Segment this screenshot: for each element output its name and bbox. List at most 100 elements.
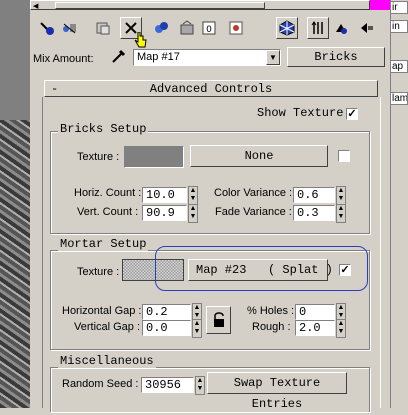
show-texture-label: Show Texture [257,106,344,120]
spinner-up-icon[interactable]: ▲ [337,205,345,213]
spinner-up-icon[interactable]: ▲ [189,205,197,213]
put-to-library-icon [180,20,194,35]
spinner-down-icon[interactable]: ▼ [189,213,197,221]
go-to-parent-icon [311,21,323,34]
random-seed-label: Random Seed : [62,378,139,390]
fade-variance-spinner[interactable]: ▲ ▼ [336,204,346,223]
svg-text:0: 0 [206,25,212,35]
horiz-count-label: Horiz. Count : [74,187,142,199]
bricks-setup-title: Bricks Setup [58,122,149,136]
vert-count-field[interactable]: 90.9 [142,205,187,221]
lock-icon [213,312,224,327]
spinner-down-icon[interactable]: ▼ [337,213,345,221]
vertical-gap-spinner[interactable]: ▲ ▼ [192,319,202,338]
spinner-up-icon[interactable]: ▲ [193,304,201,312]
spinner-up-icon[interactable]: ▲ [189,187,197,195]
vertical-gap-field[interactable]: 0.0 [142,320,191,336]
vert-count-spinner[interactable]: ▲ ▼ [188,204,198,223]
show-map-button[interactable] [225,17,247,39]
top-scrollbar[interactable]: ◀ [30,0,370,10]
horiz-count-field[interactable]: 10.0 [142,187,187,203]
map-name-text: Map #17 [137,51,180,63]
lock-gap-button[interactable] [206,306,231,334]
pick-material-button[interactable] [36,17,58,39]
bricks-texture-checkbox[interactable] [338,150,350,162]
adjacent-tab-1[interactable]: ir [390,1,408,14]
vert-count-label: Vert. Count : [77,206,139,218]
bricks-texture-label: Texture : [77,151,120,163]
spinner-up-icon[interactable]: ▲ [337,187,345,195]
make-unique-button[interactable] [150,17,172,39]
viewport-strip [0,0,30,408]
color-variance-label: Color Variance : [214,187,293,199]
put-to-library-button[interactable] [176,17,198,39]
eyedropper-icon[interactable] [110,47,128,68]
adjacent-tab-3[interactable]: ap [390,60,408,73]
spinner-up-icon[interactable]: ▲ [337,320,345,328]
put-material-icon [63,23,76,34]
vert-count-value: 90.9 [146,206,175,220]
go-to-parent-button[interactable] [307,17,329,39]
go-sibling-icon [361,23,373,33]
random-seed-field[interactable]: 30956 [141,377,194,393]
material-id-button[interactable]: 0 [198,17,220,39]
pick-material-icon [40,22,54,35]
show-end-result-button[interactable] [276,17,298,39]
assign-material-icon [96,22,110,35]
map-name-dropdown-arrow-icon[interactable]: ▼ [266,50,280,65]
spinner-down-icon[interactable]: ▼ [337,328,345,336]
mix-amount-label: Mix Amount: [33,53,94,65]
holes-value: 0 [299,305,307,319]
map-type-button[interactable]: Bricks [287,47,385,67]
mortar-setup-title: Mortar Setup [58,237,149,251]
holes-label: % Holes : [247,305,295,317]
spinner-down-icon[interactable]: ▼ [337,195,345,203]
show-texture-checkbox[interactable]: ✓ [346,108,358,120]
rough-value: 2.0 [299,321,321,335]
adjacent-tab-4[interactable]: lam [390,92,408,105]
bricks-texture-swatch[interactable] [124,146,184,168]
show-map-icon [229,21,243,35]
viewport-background [0,0,30,120]
horiz-count-value: 10.0 [146,188,175,202]
color-variance-spinner[interactable]: ▲ ▼ [336,186,346,205]
swap-texture-entries-button[interactable]: Swap Texture Entries [207,372,347,411]
spinner-up-icon[interactable]: ▲ [337,304,345,312]
rough-spinner[interactable]: ▲ ▼ [336,319,346,338]
holes-field[interactable]: 0 [295,304,335,320]
adjacent-tab-2[interactable]: in [390,20,408,33]
advanced-controls-rollout-header[interactable]: - Advanced Controls [44,80,378,97]
spinner-down-icon[interactable]: ▼ [196,385,204,393]
spinner-up-icon[interactable]: ▲ [193,320,201,328]
show-end-result-icon [279,20,295,36]
scroll-thumb[interactable] [55,2,265,9]
rough-field[interactable]: 2.0 [295,320,335,336]
random-seed-spinner[interactable]: ▲ ▼ [195,376,205,395]
spinner-up-icon[interactable]: ▲ [196,377,204,385]
material-id-icon: 0 [202,21,216,35]
put-material-button[interactable] [58,17,80,39]
vertical-gap-value: 0.0 [146,321,168,335]
horizontal-gap-field[interactable]: 0.2 [142,304,191,320]
make-unique-icon [155,22,168,33]
spinner-down-icon[interactable]: ▼ [193,328,201,336]
vertical-gap-label: Vertical Gap : [74,321,141,333]
mortar-texture-label: Texture : [77,266,120,278]
go-sibling-button[interactable] [356,17,378,39]
window-corner-swatch [370,0,390,10]
spinner-down-icon[interactable]: ▼ [189,195,197,203]
mortar-texture-map-button[interactable]: Map #23 ( Splat ) [188,259,333,281]
fade-variance-field[interactable]: 0.3 [293,205,335,221]
scroll-left-arrow-icon[interactable]: ◀ [33,2,38,10]
assign-material-button[interactable] [92,17,114,39]
horizontal-gap-value: 0.2 [146,305,168,319]
mortar-texture-checkbox[interactable]: ✓ [339,264,351,276]
fade-variance-value: 0.3 [297,206,319,220]
map-name-field[interactable]: Map #17 ▼ [133,49,281,66]
horiz-count-spinner[interactable]: ▲ ▼ [188,186,198,205]
go-forward-button[interactable] [330,17,352,39]
rough-label: Rough : [252,321,291,333]
viewport-texture-preview [0,120,30,408]
color-variance-field[interactable]: 0.6 [293,187,335,203]
bricks-texture-map-button[interactable]: None [190,145,328,167]
